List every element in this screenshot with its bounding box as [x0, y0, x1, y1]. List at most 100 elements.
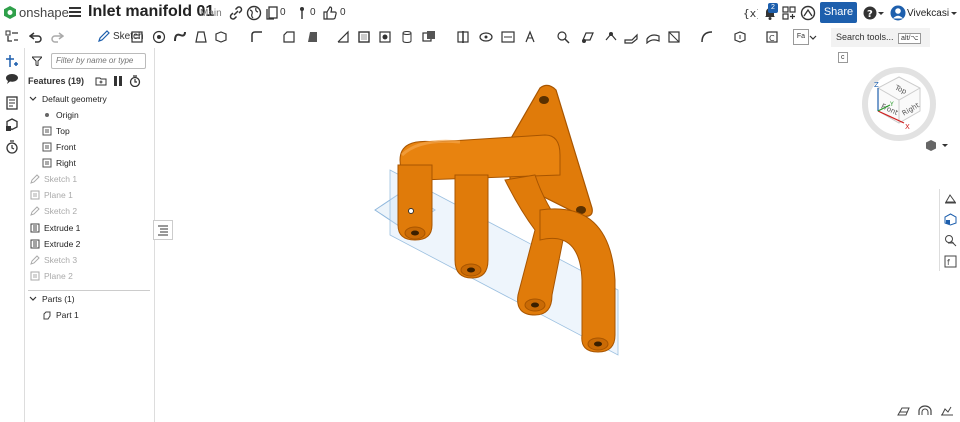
feature-plane-2[interactable]: Plane 2 [30, 270, 73, 282]
frame-tool-icon[interactable] [667, 30, 681, 44]
measure-tool-icon[interactable] [556, 30, 570, 44]
extrude-tool-icon[interactable] [130, 30, 144, 44]
chevron-down-icon[interactable] [28, 294, 38, 304]
thicken-tool-icon[interactable] [214, 30, 228, 44]
appearance-icon[interactable] [5, 118, 19, 132]
globe-icon[interactable] [246, 5, 262, 21]
chevron-down-icon[interactable] [809, 30, 817, 44]
versions-count: 0 [280, 7, 286, 18]
chevron-down-icon[interactable] [28, 94, 38, 104]
sweep-tool-icon[interactable] [173, 30, 187, 44]
appearance-panel-icon[interactable] [944, 213, 957, 226]
loft-tool-icon[interactable] [194, 30, 208, 44]
feature-list-icon[interactable] [5, 30, 19, 44]
user-chevron-icon[interactable] [950, 5, 958, 21]
feature-extrude-1[interactable]: Extrude 1 [30, 222, 80, 234]
plane-icon [42, 158, 52, 168]
history-icon[interactable] [5, 140, 19, 154]
filter-input[interactable] [51, 53, 146, 69]
hamburger-icon[interactable] [69, 6, 81, 18]
pause-icon[interactable] [112, 75, 124, 87]
add-folder-icon[interactable] [95, 75, 107, 87]
custom-feature-icon[interactable]: C [765, 30, 779, 44]
draft-tool-icon[interactable] [305, 30, 319, 44]
surface-tool-icon[interactable] [646, 30, 660, 44]
bill-of-materials-icon[interactable] [5, 96, 19, 110]
feature-label: Sketch 2 [44, 206, 78, 216]
feature-extrude-2[interactable]: Extrude 2 [30, 238, 80, 250]
document-title[interactable]: Inlet manifold 01 [88, 3, 214, 21]
revolve-tool-icon[interactable] [152, 30, 166, 44]
feature-label: Sketch 3 [44, 255, 78, 265]
part-icon [43, 311, 51, 320]
search-tools-button[interactable]: Search tools... alt/⌥ c [831, 28, 930, 63]
view-cube[interactable]: Top Front Right Z X Y [858, 63, 940, 145]
fillet-tool-icon[interactable] [250, 30, 264, 44]
tree-item-top[interactable]: Top [42, 125, 70, 137]
view-options-icon[interactable] [925, 139, 949, 152]
apps-icon[interactable] [781, 5, 797, 21]
derived-tool-icon[interactable] [733, 30, 747, 44]
plane-icon [42, 142, 52, 152]
split-tool-icon[interactable] [456, 30, 470, 44]
collapse-panel-button[interactable] [153, 220, 173, 240]
feature-label: Extrude 2 [44, 239, 81, 249]
port-hole [531, 302, 539, 308]
undo-icon[interactable] [29, 30, 43, 44]
feature-sketch-3[interactable]: Sketch 3 [30, 254, 77, 266]
section-view-icon[interactable] [944, 192, 957, 205]
filter-icon[interactable] [32, 56, 42, 66]
branch-name[interactable]: Main [200, 8, 222, 19]
default-geometry-label: Default geometry [42, 94, 107, 104]
sheetmetal-tool-icon[interactable] [624, 30, 638, 44]
curve-tool-icon[interactable] [700, 30, 714, 44]
chamfer-tool-icon[interactable] [282, 30, 296, 44]
featurescript-box[interactable]: Fa [793, 29, 809, 45]
rib-tool-icon[interactable] [336, 30, 350, 44]
feature-sketch-2[interactable]: Sketch 2 [30, 205, 77, 217]
link-icon[interactable] [228, 5, 244, 21]
arch-view-icon[interactable] [918, 405, 932, 416]
help-icon[interactable]: ? [862, 5, 878, 21]
redo-icon[interactable] [50, 30, 64, 44]
port-hole [594, 341, 602, 347]
versions-icon[interactable] [264, 5, 280, 21]
branch-icon[interactable] [294, 5, 310, 21]
tree-item-right[interactable]: Right [42, 157, 76, 169]
user-avatar-icon[interactable] [890, 5, 906, 21]
svg-text:{x}: {x} [743, 7, 758, 20]
plane-tool-icon[interactable] [581, 30, 595, 44]
part-item[interactable]: Part 1 [42, 309, 79, 321]
user-name[interactable]: Vivekcasi [907, 8, 949, 19]
default-geometry-row[interactable]: Default geometry [28, 93, 107, 105]
top-bar: onshape Inlet manifold 01 Main 0 0 0 {x}… [0, 0, 960, 26]
tree-item-origin[interactable]: Origin [42, 109, 79, 121]
render-mode-icon[interactable] [897, 405, 911, 416]
instances-icon[interactable] [5, 54, 19, 68]
feature-plane-1[interactable]: Plane 1 [30, 189, 73, 201]
panel-divider[interactable] [28, 290, 150, 291]
function-panel-icon[interactable]: f [944, 255, 957, 268]
pattern-tool-icon[interactable] [501, 30, 515, 44]
help-chevron-icon[interactable] [877, 5, 885, 21]
onshape-logo[interactable]: onshape [4, 5, 69, 20]
like-icon[interactable] [322, 5, 338, 21]
mirror-tool-icon[interactable] [523, 30, 537, 44]
zoom-fit-icon[interactable] [940, 405, 954, 416]
tree-item-front[interactable]: Front [42, 141, 76, 153]
manifold-model[interactable] [360, 80, 630, 360]
learning-icon[interactable] [800, 5, 816, 21]
transform-tool-icon[interactable] [479, 30, 493, 44]
feature-sketch-1[interactable]: Sketch 1 [30, 173, 77, 185]
share-button[interactable]: Share [820, 2, 857, 23]
rollback-timer-icon[interactable] [129, 75, 141, 87]
variables-icon[interactable]: {x} [742, 5, 758, 21]
parts-row[interactable]: Parts (1) [28, 293, 75, 305]
mass-properties-icon[interactable] [944, 234, 957, 247]
mate-connector-icon[interactable] [604, 30, 618, 44]
cylinder-tool-icon[interactable] [400, 30, 414, 44]
shell-tool-icon[interactable] [357, 30, 371, 44]
boolean-tool-icon[interactable] [422, 30, 436, 44]
comments-icon[interactable] [5, 73, 19, 87]
hole-tool-icon[interactable] [378, 30, 392, 44]
